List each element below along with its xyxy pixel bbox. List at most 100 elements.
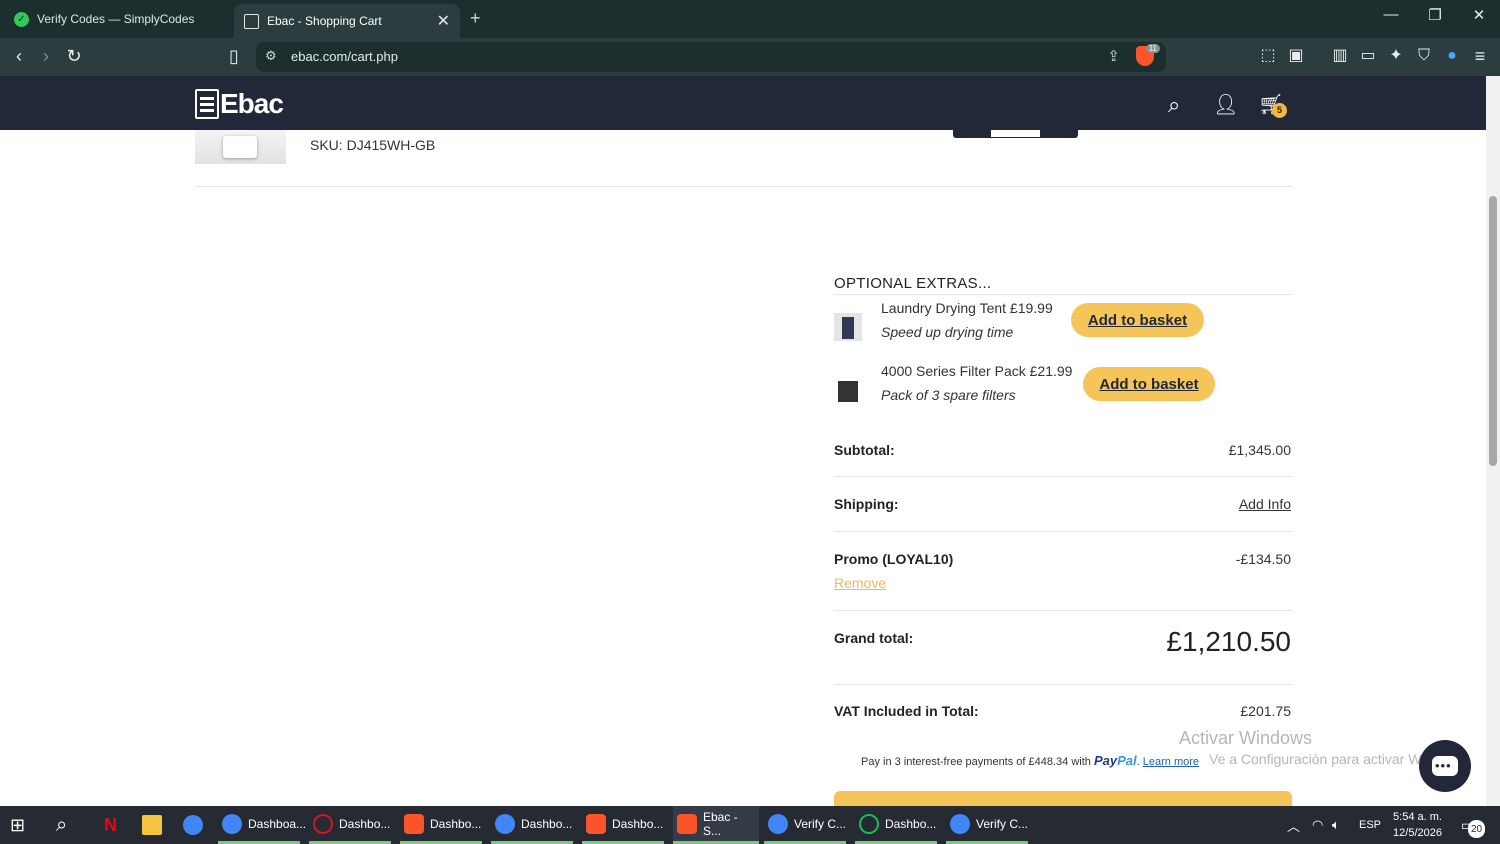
show-hidden-icons-icon[interactable]: ︿ bbox=[1287, 806, 1300, 844]
drying-tent-image bbox=[834, 313, 862, 341]
file-explorer-icon[interactable] bbox=[142, 806, 168, 844]
add-shipping-info-link[interactable]: Add Info bbox=[1239, 496, 1291, 512]
paypal-text: Pay in 3 interest-free payments of £448.… bbox=[861, 756, 1091, 768]
extra-desc: Speed up drying time bbox=[881, 324, 1014, 340]
notifications-count: 20 bbox=[1468, 820, 1486, 838]
paypal-dot: . bbox=[1136, 756, 1140, 768]
taskbar-window-label: Dashbo... bbox=[339, 816, 391, 831]
quantity-stepper[interactable] bbox=[953, 130, 1078, 138]
taskbar-window[interactable]: Dashbo... bbox=[855, 806, 937, 844]
taskbar-window[interactable]: Dashbo... bbox=[582, 806, 664, 844]
tab-ebac-cart[interactable]: Ebac - Shopping Cart ✕ bbox=[234, 4, 460, 38]
bookmark-icon[interactable]: ▯ bbox=[223, 46, 245, 66]
subtotal-label: Subtotal: bbox=[834, 442, 895, 458]
volume-icon[interactable]: 🔈︎ bbox=[1332, 806, 1340, 844]
wallet-icon[interactable]: ▭ bbox=[1357, 46, 1379, 66]
cart-count-badge: 5 bbox=[1272, 103, 1287, 118]
product-thumbnail bbox=[195, 130, 286, 164]
vpn-icon[interactable]: ⛉ bbox=[1413, 46, 1435, 66]
clock-time: 5:54 a. m. bbox=[1393, 811, 1442, 823]
profile-icon[interactable]: ● bbox=[1441, 46, 1463, 66]
extra-desc: Pack of 3 spare filters bbox=[881, 387, 1016, 403]
taskbar-window-label: Dashboa... bbox=[248, 816, 307, 831]
restore-icon[interactable]: ❐ bbox=[1413, 6, 1457, 24]
leo-ai-icon[interactable]: ✦ bbox=[1385, 46, 1407, 66]
remove-promo-link[interactable]: Remove bbox=[834, 575, 886, 591]
clock[interactable]: 5:54 a. m. 12/5/2026 bbox=[1380, 809, 1455, 841]
new-tab-icon[interactable]: + bbox=[470, 8, 481, 29]
share-icon[interactable]: ⇪ bbox=[1107, 47, 1120, 65]
vat-label: VAT Included in Total: bbox=[834, 703, 979, 719]
filter-pack-image bbox=[834, 377, 862, 405]
address-bar[interactable]: ⚙ ebac.com/cart.php ⇪ 11 bbox=[256, 42, 1166, 72]
promo-value: -£134.50 bbox=[1235, 551, 1291, 567]
scrollbar-thumb[interactable] bbox=[1489, 196, 1497, 466]
promo-label: Promo (LOYAL10) bbox=[834, 551, 954, 567]
sku-value: DJ415WH-GB bbox=[346, 137, 436, 153]
page-scrollbar[interactable] bbox=[1486, 76, 1500, 806]
search-taskbar-icon[interactable]: ⌕ bbox=[56, 806, 67, 844]
back-icon[interactable]: ‹ bbox=[8, 46, 30, 66]
product-sku: SKU: DJ415WH-GB bbox=[310, 137, 435, 153]
shields-count-badge: 11 bbox=[1145, 44, 1160, 53]
taskbar-window[interactable]: Dashbo... bbox=[491, 806, 573, 844]
url-text: ebac.com/cart.php bbox=[291, 49, 398, 64]
chrome-icon bbox=[495, 813, 515, 834]
divider bbox=[834, 294, 1292, 295]
account-icon[interactable]: 👤︎ bbox=[1213, 92, 1238, 117]
menu-icon[interactable]: ≡ bbox=[1469, 46, 1491, 66]
divider bbox=[834, 610, 1292, 611]
chrome-icon[interactable] bbox=[183, 806, 209, 844]
taskbar-window[interactable]: Dashbo... bbox=[400, 806, 482, 844]
close-window-icon[interactable]: ✕ bbox=[1457, 6, 1500, 24]
taskbar-window-label: Ebac - S... bbox=[703, 809, 738, 838]
minimize-icon[interactable]: — bbox=[1369, 6, 1413, 23]
search-icon[interactable]: ⌕ bbox=[1168, 92, 1180, 118]
brave-icon bbox=[677, 813, 697, 834]
browser-tab-strip: ✓ Verify Codes — SimplyCodes Ebac - Shop… bbox=[0, 0, 1500, 38]
close-tab-icon[interactable]: ✕ bbox=[437, 11, 450, 31]
tab-verify-codes[interactable]: ✓ Verify Codes — SimplyCodes bbox=[4, 4, 230, 34]
opera-gx-icon bbox=[859, 813, 879, 834]
divider bbox=[834, 476, 1292, 477]
taskbar-window[interactable]: Dashbo... bbox=[309, 806, 391, 844]
subtotal-value: £1,345.00 bbox=[1228, 442, 1291, 458]
taskbar-window-label: Dashbo... bbox=[885, 816, 937, 831]
language-indicator[interactable]: ESP bbox=[1359, 806, 1381, 844]
tab-title: Ebac - Shopping Cart bbox=[267, 14, 382, 28]
taskbar-window-label: Verify C... bbox=[976, 816, 1029, 831]
add-to-basket-button[interactable]: Add to basket bbox=[1083, 367, 1215, 401]
opera-icon bbox=[313, 813, 333, 834]
extra-name: 4000 Series Filter Pack £21.99 bbox=[881, 363, 1073, 379]
netflix-icon[interactable]: N bbox=[104, 806, 117, 844]
optional-extras-title: OPTIONAL EXTRAS... bbox=[834, 275, 992, 292]
paypal-pay-in-3: Pay in 3 interest-free payments of £448.… bbox=[861, 753, 1199, 768]
paypal-logo: PayPal bbox=[1094, 753, 1137, 768]
ebac-logo-icon bbox=[195, 89, 219, 119]
windows-taskbar: ⊞ ⌕ N Dashboa... Dashbo... Dashbo... Das… bbox=[0, 806, 1500, 844]
taskbar-window[interactable]: Verify C... bbox=[764, 806, 846, 844]
checkout-button[interactable] bbox=[834, 791, 1292, 806]
app-icon bbox=[222, 813, 242, 834]
taskbar-window-active[interactable]: Ebac - S... bbox=[673, 806, 759, 844]
shipping-label: Shipping: bbox=[834, 496, 899, 512]
reading-mode-icon[interactable]: ▣ bbox=[1285, 46, 1307, 66]
brave-icon bbox=[404, 813, 424, 834]
taskbar-window[interactable]: Dashboa... bbox=[218, 806, 306, 844]
add-to-basket-button[interactable]: Add to basket bbox=[1071, 303, 1204, 337]
forward-icon[interactable]: › bbox=[35, 46, 57, 66]
start-icon[interactable]: ⊞ bbox=[10, 806, 25, 844]
brave-icon bbox=[586, 813, 606, 834]
chat-widget-button[interactable] bbox=[1419, 740, 1471, 792]
clock-date: 12/5/2026 bbox=[1393, 827, 1442, 839]
site-info-icon[interactable]: ⚙ bbox=[265, 48, 277, 64]
ebac-favicon-icon bbox=[244, 13, 259, 29]
sidebar-icon[interactable]: ▥ bbox=[1329, 46, 1351, 66]
vat-value: £201.75 bbox=[1240, 703, 1291, 719]
reload-icon[interactable]: ↻ bbox=[63, 46, 85, 66]
ebac-logo[interactable]: Ebac bbox=[195, 88, 284, 120]
taskbar-window[interactable]: Verify C... bbox=[946, 806, 1028, 844]
extensions-icon[interactable]: ⬚ bbox=[1257, 46, 1279, 66]
network-icon[interactable]: ◠ bbox=[1312, 806, 1323, 844]
learn-more-link[interactable]: Learn more bbox=[1143, 756, 1199, 768]
